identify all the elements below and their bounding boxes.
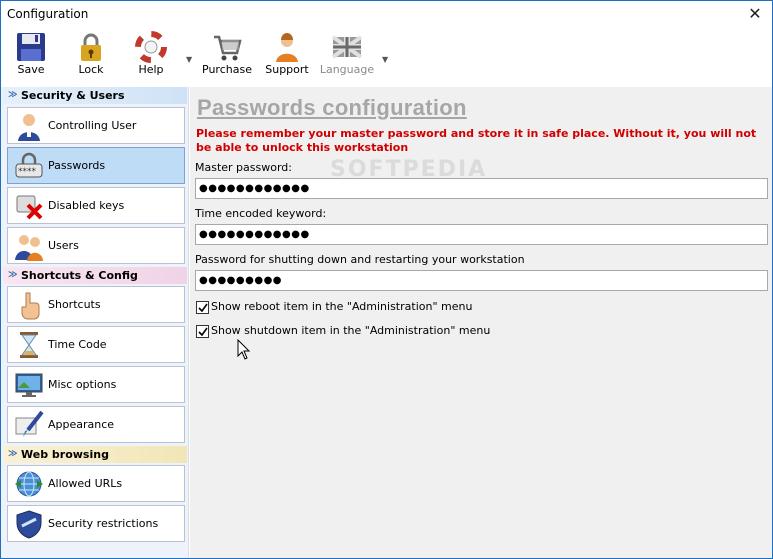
password-lock-icon: **** xyxy=(15,152,43,178)
toolbar: Save Lock Help ▼ Purchase Support Langua… xyxy=(1,29,772,81)
hourglass-icon xyxy=(20,332,38,358)
lock-label: Lock xyxy=(78,63,104,76)
sidebar-item-security-restrictions[interactable]: Security restrictions xyxy=(7,505,185,542)
window-title: Configuration xyxy=(7,7,89,21)
warning-message: Please remember your master password and… xyxy=(196,127,757,154)
padlock-icon xyxy=(81,33,101,61)
support-button[interactable]: Support xyxy=(263,29,311,79)
sidebar-item-shortcuts[interactable]: Shortcuts xyxy=(7,286,185,323)
sidebar-item-passwords[interactable]: **** Passwords xyxy=(7,147,185,184)
page-title: Passwords configuration xyxy=(197,95,467,120)
sidebar-item-allowed-urls[interactable]: Allowed URLs xyxy=(7,465,185,502)
shutdown-item-label: Show shutdown item in the "Administratio… xyxy=(211,324,491,337)
lock-button[interactable]: Lock xyxy=(69,29,113,79)
master-password-field[interactable]: ●●●●●●●●●●●● xyxy=(195,178,768,199)
configuration-window: Configuration ✕ Save Lock Help ▼ Purchas… xyxy=(0,0,773,559)
shield-icon xyxy=(16,510,42,539)
language-button[interactable]: Language xyxy=(319,29,375,79)
time-keyword-label: Time encoded keyword: xyxy=(195,207,327,220)
sidebar-item-time-code[interactable]: Time Code xyxy=(7,326,185,363)
sidebar-item-controlling-user[interactable]: Controlling User xyxy=(7,107,185,144)
svg-text:****: **** xyxy=(18,167,37,177)
sidebar-item-appearance[interactable]: Appearance xyxy=(7,406,185,443)
sidebar-item-disabled-keys[interactable]: Disabled keys xyxy=(7,187,185,224)
title-bar: Configuration ✕ xyxy=(1,1,772,29)
shutdown-item-checkbox[interactable] xyxy=(196,325,209,338)
section-title: Web browsing xyxy=(21,448,109,461)
purchase-label: Purchase xyxy=(202,63,252,76)
shutdown-password-field[interactable]: ●●●●●●●●● xyxy=(195,270,768,291)
section-title: Security & Users xyxy=(21,89,125,102)
section-header-web-browsing[interactable]: ≫ Web browsing xyxy=(3,446,187,463)
section-header-shortcuts-config[interactable]: ≫ Shortcuts & Config xyxy=(3,267,187,284)
help-button[interactable]: Help xyxy=(129,29,173,79)
mouse-cursor-icon xyxy=(237,339,251,360)
checkmark-icon xyxy=(198,327,208,337)
reboot-item-label: Show reboot item in the "Administration"… xyxy=(211,300,473,313)
help-dropdown-arrow[interactable]: ▼ xyxy=(186,55,196,65)
language-label: Language xyxy=(319,63,375,76)
pointing-hand-icon xyxy=(21,292,40,320)
save-button[interactable]: Save xyxy=(9,29,53,79)
chevron-icon: ≫ xyxy=(8,449,18,459)
globe-icon xyxy=(15,471,43,497)
reboot-item-checkbox[interactable] xyxy=(196,301,209,314)
language-dropdown-arrow[interactable]: ▼ xyxy=(382,55,392,65)
chevron-icon: ≫ xyxy=(8,90,18,100)
main-panel: SOFTPEDIA Passwords configuration Please… xyxy=(190,87,772,558)
disabled-keys-icon xyxy=(16,195,43,220)
paint-brush-icon xyxy=(15,410,44,437)
section-header-security-users[interactable]: ≫ Security & Users xyxy=(3,87,187,104)
shopping-cart-icon xyxy=(214,35,242,61)
help-label: Help xyxy=(138,63,164,76)
chevron-icon: ≫ xyxy=(8,270,18,280)
sidebar-item-misc-options[interactable]: Misc options xyxy=(7,366,185,403)
purchase-button[interactable]: Purchase xyxy=(201,29,253,79)
checkmark-icon xyxy=(198,303,208,313)
user-icon xyxy=(18,114,40,141)
users-icon xyxy=(15,235,43,261)
uk-flag-icon xyxy=(331,35,363,59)
floppy-disk-icon xyxy=(17,33,45,61)
save-label: Save xyxy=(17,63,45,76)
support-agent-icon xyxy=(276,33,298,62)
sidebar-item-users[interactable]: Users xyxy=(7,227,185,264)
support-label: Support xyxy=(265,63,309,76)
time-keyword-field[interactable]: ●●●●●●●●●●●● xyxy=(195,224,768,245)
shutdown-password-label: Password for shutting down and restartin… xyxy=(195,253,525,266)
lifebuoy-icon xyxy=(135,31,167,63)
master-password-label: Master password: xyxy=(195,161,292,174)
sidebar: ≫ Security & Users Controlling User ****… xyxy=(1,87,189,558)
monitor-icon xyxy=(15,373,43,397)
close-button[interactable]: ✕ xyxy=(742,3,768,25)
section-title: Shortcuts & Config xyxy=(21,269,138,282)
